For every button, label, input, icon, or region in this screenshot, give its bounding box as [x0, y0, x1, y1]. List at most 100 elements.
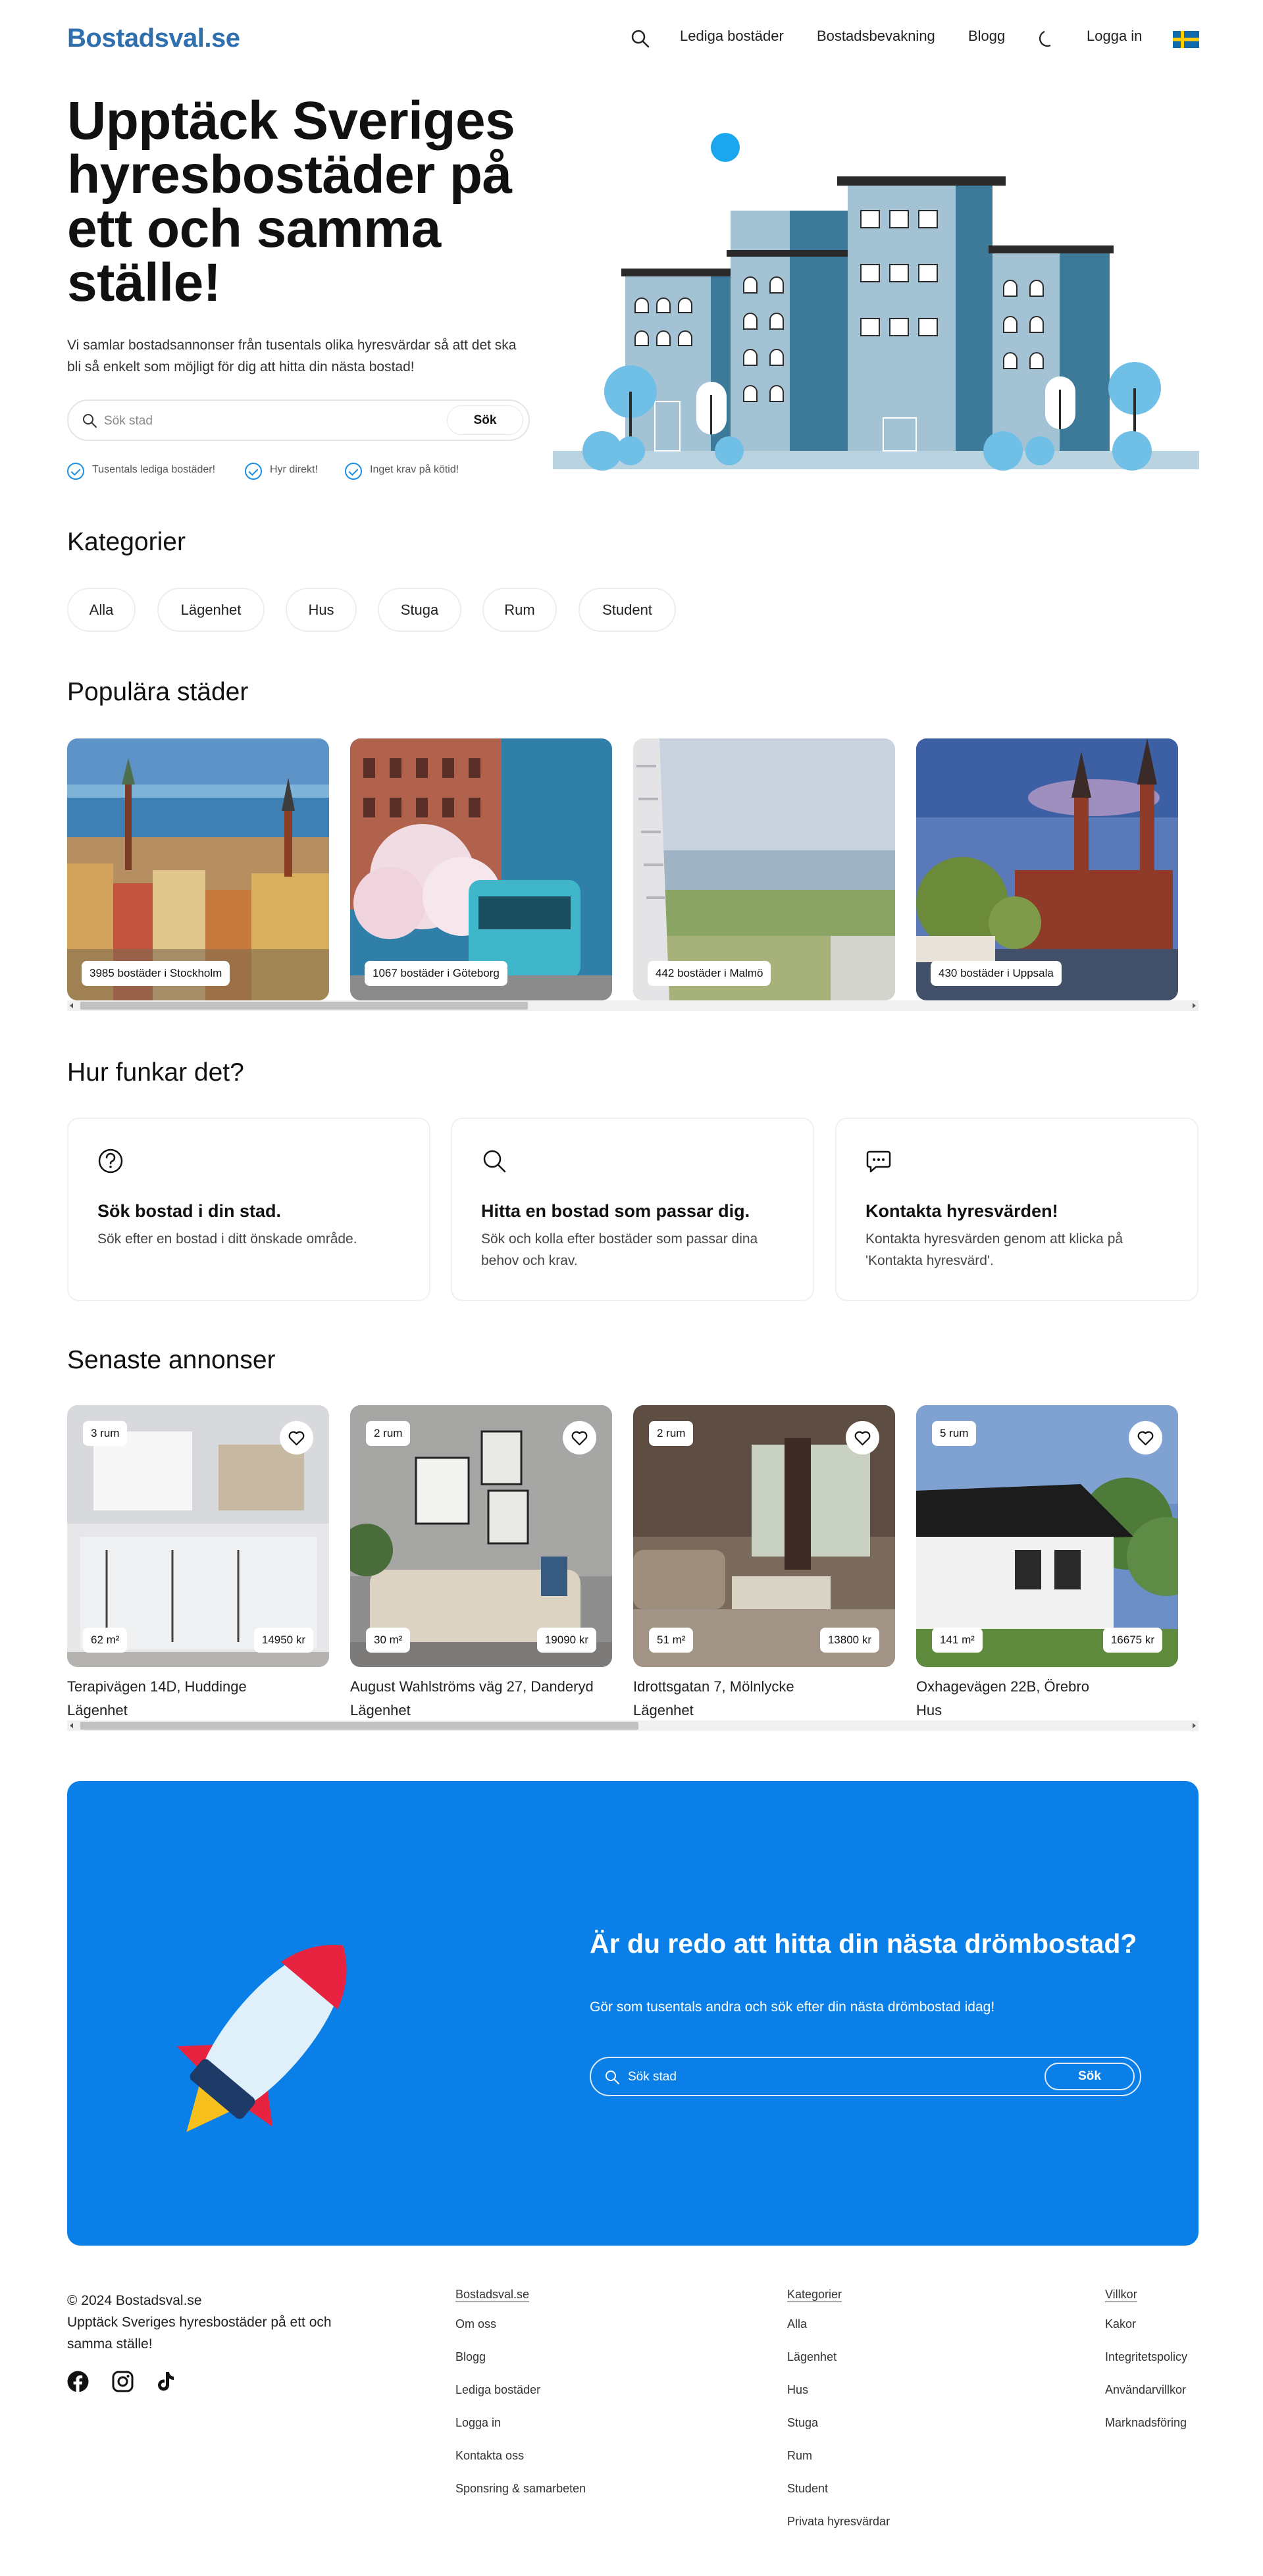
scrollbar-thumb[interactable] — [80, 1002, 528, 1010]
search-button[interactable]: Sök — [447, 405, 523, 435]
footer-link[interactable]: Integritetspolicy — [1105, 2350, 1187, 2364]
footer-link[interactable]: Kakor — [1105, 2317, 1187, 2331]
footer-link[interactable]: Lediga bostäder — [455, 2383, 586, 2397]
rooms-badge: 3 rum — [83, 1421, 128, 1446]
footer-link[interactable]: Om oss — [455, 2317, 586, 2331]
city-label: 1067 bostäder i Göteborg — [365, 961, 507, 986]
category-chip-lagenhet[interactable]: Lägenhet — [157, 588, 265, 632]
price-badge: 19090 kr — [536, 1628, 596, 1653]
category-chip-alla[interactable]: Alla — [67, 588, 136, 632]
footer-link[interactable]: Stuga — [787, 2416, 890, 2430]
footer-about: © 2024 Bostadsval.se Upptäck Sveriges hy… — [67, 2290, 344, 2355]
scroll-right-arrow-icon[interactable] — [1193, 1723, 1196, 1728]
footer-tagline: Upptäck Sveriges hyresbostäder på ett oc… — [67, 2315, 332, 2352]
footer-link[interactable]: Marknadsföring — [1105, 2416, 1187, 2430]
scroll-left-arrow-icon[interactable] — [70, 1723, 73, 1728]
footer-link[interactable]: Blogg — [455, 2350, 586, 2364]
scrollbar-thumb[interactable] — [80, 1722, 638, 1730]
rocket-illustration — [153, 1919, 390, 2143]
footer-link[interactable]: Användarvillkor — [1105, 2383, 1187, 2397]
cta-search-bar[interactable]: Sök stad Sök — [590, 2057, 1141, 2096]
check-icon — [345, 463, 362, 480]
question-circle-icon — [97, 1148, 124, 1177]
facebook-icon[interactable] — [67, 2371, 89, 2396]
nav-bostadsbevakning[interactable]: Bostadsbevakning — [817, 28, 935, 45]
search-input[interactable]: Sök stad — [628, 2070, 677, 2084]
listings-scrollbar[interactable] — [67, 1720, 1199, 1731]
chat-icon — [865, 1148, 892, 1177]
how-card-title: Kontakta hyresvärden! — [865, 1201, 1058, 1221]
hero-title: Upptäck Sveriges hyresbostäder på ett oc… — [67, 91, 515, 313]
city-card-uppsala[interactable]: 430 bostäder i Uppsala — [916, 738, 1178, 1000]
city-label: 442 bostäder i Malmö — [648, 961, 771, 986]
how-card-find: Hitta en bostad som passar dig. Sök och … — [451, 1118, 814, 1301]
listing-address[interactable]: Idrottsgatan 7, Mölnlycke — [633, 1678, 794, 1695]
listing-address[interactable]: August Wahlströms väg 27, Danderyd — [350, 1678, 594, 1695]
footer-column-bostadsval: Bostadsval.se Om oss Blogg Lediga bostäd… — [455, 2288, 586, 2496]
cities-scrollbar[interactable] — [67, 1000, 1199, 1011]
how-card-contact: Kontakta hyresvärden! Kontakta hyresvärd… — [835, 1118, 1199, 1301]
how-card-desc: Kontakta hyresvärden genom att klicka på… — [865, 1231, 1123, 1268]
city-card-goteborg[interactable]: 1067 bostäder i Göteborg — [350, 738, 612, 1000]
price-badge: 13800 kr — [819, 1628, 879, 1653]
price-badge: 14950 kr — [253, 1628, 313, 1653]
footer-column-title[interactable]: Villkor — [1105, 2288, 1187, 2302]
search-button[interactable]: Sök — [1044, 2063, 1135, 2090]
listing-type: Hus — [916, 1702, 942, 1718]
footer-link[interactable]: Kontakta oss — [455, 2449, 586, 2463]
nav-logga-in[interactable]: Logga in — [1087, 28, 1142, 45]
listing-address[interactable]: Oxhagevägen 22B, Örebro — [916, 1678, 1089, 1695]
moon-icon[interactable] — [1037, 29, 1057, 49]
footer-link[interactable]: Logga in — [455, 2416, 586, 2430]
search-icon[interactable] — [631, 29, 650, 49]
footer-link[interactable]: Hus — [787, 2383, 890, 2397]
category-chip-stuga[interactable]: Stuga — [378, 588, 461, 632]
heart-icon — [1137, 1431, 1154, 1446]
swedish-flag-icon[interactable] — [1173, 31, 1199, 48]
footer-link[interactable]: Alla — [787, 2317, 890, 2331]
footer-link[interactable]: Sponsring & samarbeten — [455, 2482, 586, 2496]
size-badge: 62 m² — [83, 1628, 128, 1653]
city-card-malmo[interactable]: 442 bostäder i Malmö — [633, 738, 895, 1000]
category-chip-hus[interactable]: Hus — [286, 588, 357, 632]
footer-link[interactable]: Student — [787, 2482, 890, 2496]
footer-link[interactable]: Lägenhet — [787, 2350, 890, 2364]
copyright: © 2024 Bostadsval.se — [67, 2293, 202, 2308]
size-badge: 30 m² — [366, 1628, 411, 1653]
hero-search-bar[interactable]: Sök stad Sök — [67, 399, 530, 441]
category-chip-student[interactable]: Student — [579, 588, 676, 632]
listing-card[interactable]: 3 rum 62 m² 14950 kr — [67, 1405, 329, 1667]
category-chip-rum[interactable]: Rum — [482, 588, 557, 632]
search-icon — [82, 413, 97, 432]
city-card-stockholm[interactable]: 3985 bostäder i Stockholm — [67, 738, 329, 1000]
scroll-right-arrow-icon[interactable] — [1193, 1003, 1196, 1008]
favorite-button[interactable] — [1129, 1421, 1162, 1455]
listing-card[interactable]: 5 rum 141 m² 16675 kr — [916, 1405, 1178, 1667]
nav-blogg[interactable]: Blogg — [968, 28, 1005, 45]
cta-subtitle: Gör som tusentals andra och sök efter di… — [590, 1999, 995, 2015]
listing-address[interactable]: Terapivägen 14D, Huddinge — [67, 1678, 247, 1695]
footer-link[interactable]: Privata hyresvärdar — [787, 2515, 890, 2529]
instagram-icon[interactable] — [112, 2371, 134, 2396]
tiktok-icon[interactable] — [155, 2371, 175, 2396]
search-input[interactable]: Sök stad — [104, 414, 153, 428]
feature-text: Inget krav på kötid! — [370, 464, 459, 475]
nav-lediga-bostader[interactable]: Lediga bostäder — [680, 28, 784, 45]
favorite-button[interactable] — [846, 1421, 879, 1455]
listing-card[interactable]: 2 rum 30 m² 19090 kr — [350, 1405, 612, 1667]
favorite-button[interactable] — [280, 1421, 313, 1455]
cta-banner: Är du redo att hitta din nästa drömbosta… — [67, 1781, 1199, 2246]
city-label: 3985 bostäder i Stockholm — [82, 961, 230, 986]
favorite-button[interactable] — [563, 1421, 596, 1455]
site-logo[interactable]: Bostadsval.se — [67, 24, 240, 53]
how-card-desc: Sök efter en bostad i ditt önskade områd… — [97, 1231, 357, 1247]
rooms-badge: 2 rum — [366, 1421, 411, 1446]
footer-column-title[interactable]: Kategorier — [787, 2288, 890, 2302]
listing-card[interactable]: 2 rum 51 m² 13800 kr — [633, 1405, 895, 1667]
scroll-left-arrow-icon[interactable] — [70, 1003, 73, 1008]
how-card-search: Sök bostad i din stad. Sök efter en bost… — [67, 1118, 430, 1301]
hero-illustration — [553, 125, 1199, 474]
footer-column-title[interactable]: Bostadsval.se — [455, 2288, 586, 2302]
cta-title: Är du redo att hitta din nästa drömbosta… — [590, 1928, 1137, 1959]
footer-link[interactable]: Rum — [787, 2449, 890, 2463]
